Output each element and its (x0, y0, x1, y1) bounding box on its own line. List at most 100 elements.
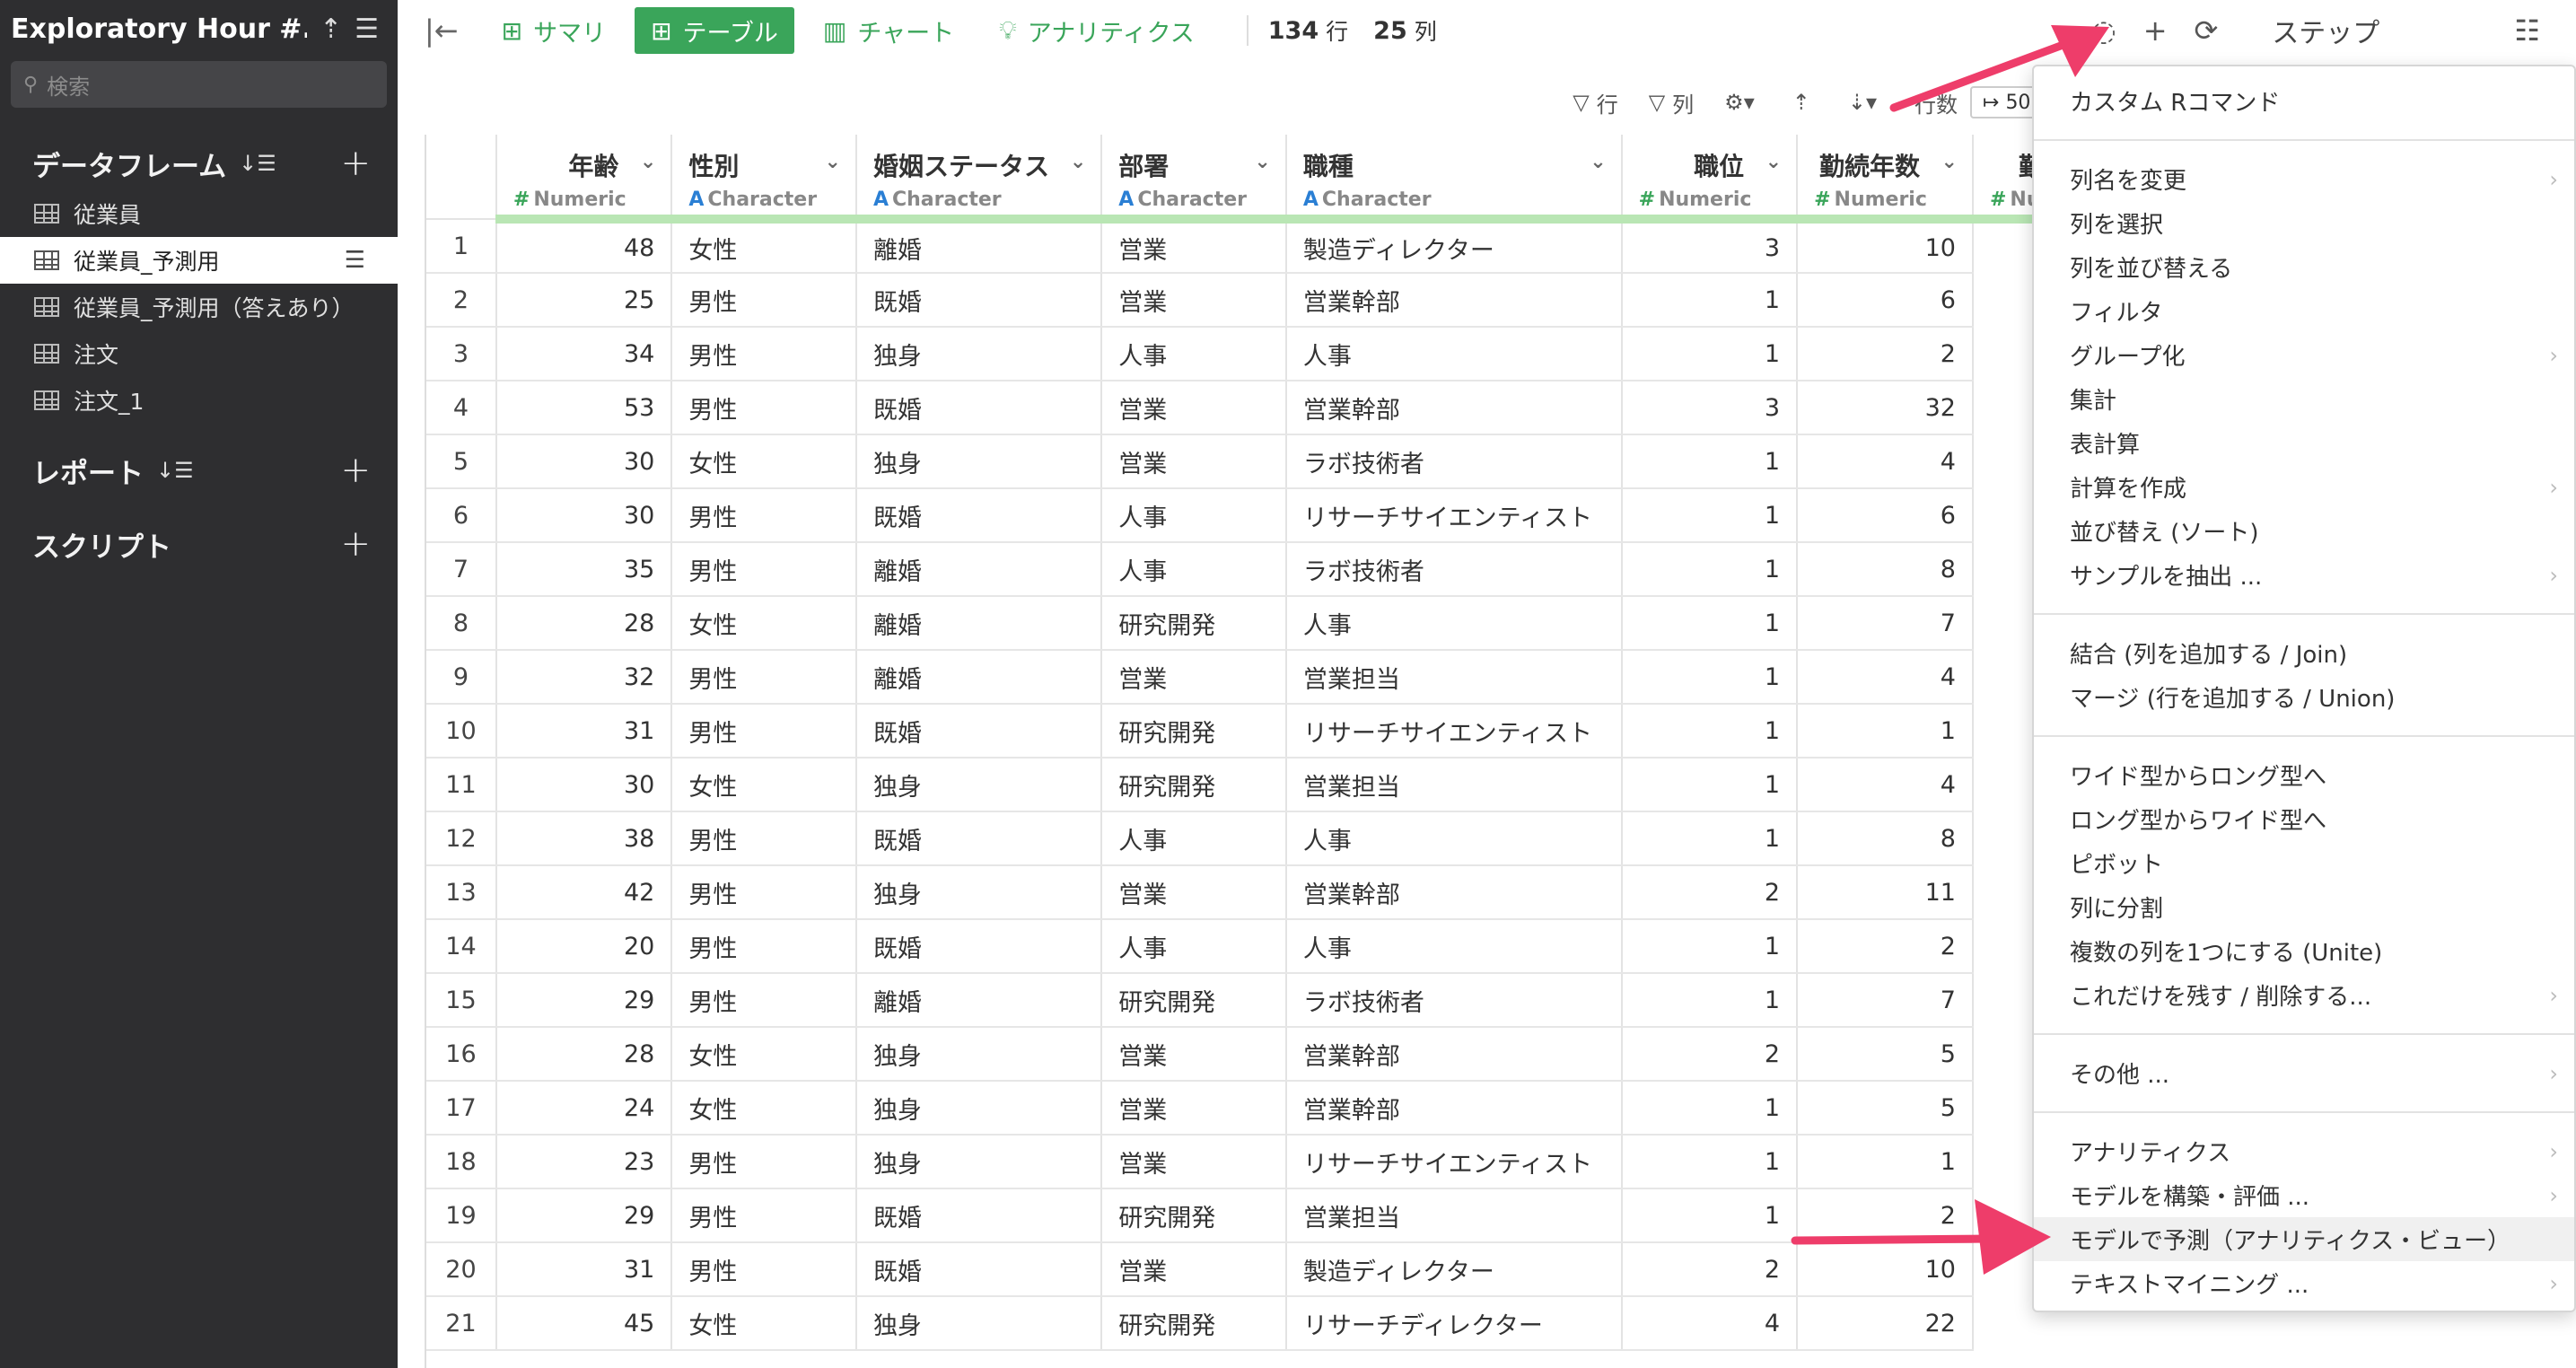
table-cell: 4 (1797, 434, 1974, 489)
menu-item[interactable]: アナリティクス › (2034, 1129, 2574, 1173)
collapse-sidebar-icon[interactable]: |← (425, 13, 459, 48)
table-row: 8 28 女性 離婚 研究開発 人事 1 7 (426, 596, 2122, 651)
menu-item[interactable]: 列に分割 (2034, 885, 2574, 929)
table-cell: 38 (495, 811, 673, 866)
search-icon: ⚲ (23, 73, 39, 96)
menu-item[interactable]: ワイド型からロング型へ (2034, 753, 2574, 797)
column-header[interactable]: 部署 ⌄ A Character (1101, 135, 1287, 224)
tab-analytics[interactable]: 💡︎ アナリティクス (983, 7, 1211, 54)
column-header[interactable]: 婚姻ステータス ⌄ A Character (855, 135, 1103, 224)
row-index: 10 (426, 704, 497, 759)
menu-item[interactable]: 表計算 (2034, 421, 2574, 465)
reports-section-header: レポート ↓☰ + (0, 443, 398, 497)
upload-icon[interactable]: ⇡ (320, 13, 342, 45)
export-button[interactable]: ⇡ (1792, 90, 1818, 115)
tab-table[interactable]: ⊞ テーブル (635, 7, 794, 54)
table-row: 18 23 男性 独身 営業 リサーチサイエンティスト 1 1 (426, 1135, 2122, 1189)
column-type: #Numeric (1814, 189, 1956, 210)
column-header[interactable]: 職位 ⌄ # Numeric (1621, 135, 1799, 224)
table-cell: 29 (495, 973, 673, 1028)
menu-item[interactable]: カスタム Rコマンド (2034, 79, 2574, 123)
refresh-icon[interactable]: ⟳ (2195, 13, 2219, 48)
sidebar-search[interactable]: ⚲ 検索 (11, 61, 387, 108)
table-cell: 31 (495, 1242, 673, 1297)
table-cell: 28 (495, 1027, 673, 1082)
table-row: 14 20 男性 既婚 人事 人事 1 2 (426, 919, 2122, 974)
column-header[interactable]: 職種 ⌄ A Character (1285, 135, 1623, 224)
chevron-down-icon[interactable]: ⌄ (1590, 151, 1606, 173)
menu-item[interactable]: 計算を作成 › (2034, 465, 2574, 509)
sidebar-item-dataframe[interactable]: 従業員_予測用（答えあり） (0, 284, 398, 330)
chevron-down-icon[interactable]: ⌄ (640, 151, 656, 173)
menu-item[interactable]: 複数の列を1つにする (Unite) (2034, 929, 2574, 973)
table-row: 21 45 女性 独身 研究開発 リサーチディレクター 4 22 (426, 1296, 2122, 1351)
menu-item[interactable]: 列を選択 (2034, 201, 2574, 245)
chevron-down-icon[interactable]: ⌄ (1254, 151, 1270, 173)
column-header[interactable]: 性別 ⌄ A Character (671, 135, 857, 224)
sidebar-item-dataframe[interactable]: 注文 (0, 330, 398, 377)
table-cell: 25 (495, 273, 673, 328)
tab-chart[interactable]: ▥ チャート (807, 7, 970, 54)
add-report-button[interactable]: + (340, 450, 371, 491)
chevron-down-icon[interactable]: ⌄ (825, 151, 841, 173)
table-cell: 1 (1621, 811, 1799, 866)
menu-item[interactable]: 集計 (2034, 377, 2574, 421)
table-cell: 男性 (671, 1242, 857, 1297)
menu-item[interactable]: その他 ... › (2034, 1051, 2574, 1095)
sidebar-item-dataframe[interactable]: 従業員 (0, 190, 398, 237)
menu-item[interactable]: 列名を変更 › (2034, 157, 2574, 201)
chevron-right-icon: › (2549, 1182, 2558, 1208)
menu-item[interactable]: モデルで予測（アナリティクス・ビュー） (2034, 1217, 2574, 1261)
tab-label: チャート (857, 19, 955, 48)
add-step-icon[interactable]: + (2143, 13, 2168, 48)
menu-item[interactable]: ピボット (2034, 841, 2574, 885)
chevron-down-icon[interactable]: ⌄ (1941, 151, 1958, 173)
table-cell: 離婚 (855, 650, 1103, 705)
menu-item-label: テキストマイニング ... (2070, 1272, 2309, 1299)
table-cell: 3 (1621, 381, 1799, 435)
item-menu-icon[interactable]: ☰ (345, 247, 365, 274)
menu-item[interactable]: フィルタ (2034, 289, 2574, 333)
sort-icon[interactable]: ↓☰ (156, 458, 194, 483)
add-dataframe-button[interactable]: + (340, 143, 371, 184)
comment-icon[interactable]: ◌ (2091, 13, 2116, 48)
menu-divider (2034, 1111, 2574, 1113)
table-row: 10 31 男性 既婚 研究開発 リサーチサイエンティスト 1 1 (426, 704, 2122, 759)
column-filter-button[interactable]: ▽ 列 (1649, 87, 1694, 118)
table-cell: 42 (495, 865, 673, 920)
menu-item[interactable]: モデルを構築・評価 ... › (2034, 1173, 2574, 1217)
settings-sliders-icon[interactable]: ☷ (2514, 13, 2540, 48)
chevron-down-icon[interactable]: ⌄ (1766, 151, 1782, 173)
row-filter-button[interactable]: ▽ 行 (1573, 87, 1617, 118)
menu-item[interactable]: サンプルを抽出 ... › (2034, 553, 2574, 597)
table-cell: 人事 (1101, 542, 1287, 597)
menu-item-label: グループ化 (2070, 344, 2186, 371)
menu-item[interactable]: これだけを残す / 削除する... › (2034, 973, 2574, 1017)
menu-item[interactable]: グループ化 › (2034, 333, 2574, 377)
rows-label: 行数 (1914, 92, 1958, 118)
character-type-icon: A (688, 189, 705, 211)
column-header[interactable]: 年齢 ⌄ # Numeric (495, 135, 673, 224)
tab-summary[interactable]: ⊞ サマリ (486, 7, 622, 54)
tab-label: アナリティクス (1027, 19, 1195, 48)
table-cell: 1 (1621, 542, 1799, 597)
menu-item[interactable]: ロング型からワイド型へ (2034, 797, 2574, 841)
column-header[interactable]: 勤続年数 ⌄ # Numeric (1797, 135, 1974, 224)
download-button[interactable]: ⇣▾ (1848, 90, 1884, 115)
sidebar-item-dataframe-active[interactable]: 従業員_予測用 ☰ (0, 237, 398, 284)
sort-icon[interactable]: ↓☰ (239, 151, 276, 176)
menu-item[interactable]: 結合 (列を追加する / Join) (2034, 631, 2574, 675)
table-settings-button[interactable]: ⚙▾ (1724, 90, 1762, 115)
menu-item[interactable]: 並び替え (ソート) (2034, 509, 2574, 553)
menu-item[interactable]: マージ (行を追加する / Union) (2034, 675, 2574, 719)
chevron-down-icon[interactable]: ⌄ (1070, 151, 1086, 173)
hamburger-menu-icon[interactable]: ☰ (355, 13, 379, 45)
table-cell: 男性 (671, 919, 857, 974)
add-script-button[interactable]: + (340, 523, 371, 565)
menu-item[interactable]: テキストマイニング ... › (2034, 1261, 2574, 1305)
menu-item[interactable]: 列を並び替える (2034, 245, 2574, 289)
project-title[interactable]: Exploratory Hour #... (11, 13, 307, 45)
character-type-icon: A (1302, 189, 1319, 211)
table-cell: 48 (495, 219, 673, 274)
sidebar-item-dataframe[interactable]: 注文_1 (0, 377, 398, 424)
